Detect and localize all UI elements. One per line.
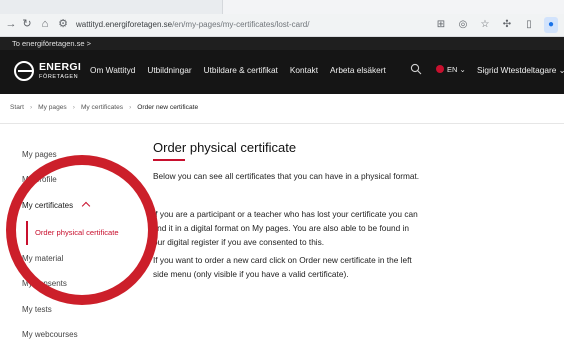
breadcrumb-separator-icon: › (72, 104, 75, 111)
nav-arbeta-elsakert[interactable]: Arbeta elsäkert (330, 65, 386, 75)
sidebar-item-my-webcourses[interactable]: My webcourses (22, 330, 78, 339)
breadcrumb-my-certificates[interactable]: My certificates (81, 104, 123, 111)
nav-utbildningar[interactable]: Utbildningar (147, 65, 191, 75)
content-paragraph-1: Below you can see all certificates that … (153, 171, 420, 181)
logo-text-bottom: FÖRETAGEN (39, 74, 79, 80)
reload-icon[interactable]: ↻ (20, 17, 34, 31)
logo-mark-icon (14, 61, 34, 81)
sidebar-item-my-pages[interactable]: My pages (22, 150, 57, 159)
content-paragraph-2: If you are a participant or a teacher wh… (153, 209, 418, 247)
content-paragraph-3: If you want to order a new card click on… (153, 255, 412, 279)
site-header: ENERGI FÖRETAGEN Om Wattityd Utbildninga… (0, 50, 564, 94)
annotation-circle (6, 155, 158, 305)
url-host: wattityd.energiforetagen.se (76, 20, 173, 29)
user-menu[interactable]: Sigrid Wtestdeltagare ⌄ (477, 65, 564, 75)
browser-actions: ⊞ ◎ ☆ ✣ ▯ ● (434, 17, 564, 33)
browser-tab-strip (0, 0, 564, 14)
split-view-icon[interactable]: ▯ (522, 17, 536, 33)
language-switcher[interactable]: EN ⌄ (436, 65, 466, 74)
breadcrumb-my-pages[interactable]: My pages (38, 104, 67, 111)
back-icon[interactable]: → (4, 17, 18, 31)
home-icon[interactable]: ⌂ (38, 17, 52, 31)
address-bar[interactable]: wattityd.energiforetagen.se/en/my-pages/… (76, 17, 309, 33)
chevron-down-icon: ⌄ (459, 65, 466, 74)
nav-om-wattityd[interactable]: Om Wattityd (90, 65, 135, 75)
title-underline (153, 159, 185, 161)
breadcrumb-separator-icon: › (129, 104, 132, 111)
profile-icon[interactable]: ● (544, 17, 558, 33)
site-logo[interactable]: ENERGI FÖRETAGEN (14, 58, 82, 86)
main-navigation: Om Wattityd Utbildningar Utbildare & cer… (90, 65, 398, 75)
top-link-bar: To energiföretagen.se > (0, 37, 564, 50)
tracking-icon[interactable]: ◎ (456, 17, 470, 33)
sidebar-item-my-tests[interactable]: My tests (22, 305, 52, 314)
globe-icon (436, 65, 444, 73)
browser-tab[interactable] (222, 0, 564, 14)
user-name: Sigrid Wtestdeltagare (477, 65, 557, 75)
breadcrumb: Start › My pages › My certificates › Order new… (10, 104, 198, 111)
nav-kontakt[interactable]: Kontakt (290, 65, 318, 75)
site-settings-icon[interactable]: ⚙ (56, 17, 70, 31)
nav-utbildare-certifikat[interactable]: Utbildare & certifikat (204, 65, 278, 75)
page-title: Order physical certificate (153, 140, 297, 155)
logo-text-top: ENERGI (39, 61, 82, 73)
language-label: EN (447, 65, 458, 74)
search-icon[interactable] (410, 63, 422, 75)
chevron-down-icon: ⌄ (558, 65, 564, 75)
url-path: /en/my-pages/my-certificates/lost-card/ (172, 20, 310, 29)
breadcrumb-separator-icon: › (29, 104, 33, 111)
main-content: Order physical certificate Below you can… (153, 140, 553, 279)
energiforetagen-link[interactable]: To energiföretagen.se > (12, 39, 91, 48)
translate-icon[interactable]: ⊞ (434, 17, 448, 33)
browser-toolbar: → ↻ ⌂ ⚙ wattityd.energiforetagen.se/en/m… (0, 14, 564, 37)
extensions-icon[interactable]: ✣ (500, 17, 514, 33)
bookmark-star-icon[interactable]: ☆ (478, 17, 492, 33)
breadcrumb-start[interactable]: Start (10, 104, 24, 111)
breadcrumb-current: Order new certificate (137, 104, 199, 111)
